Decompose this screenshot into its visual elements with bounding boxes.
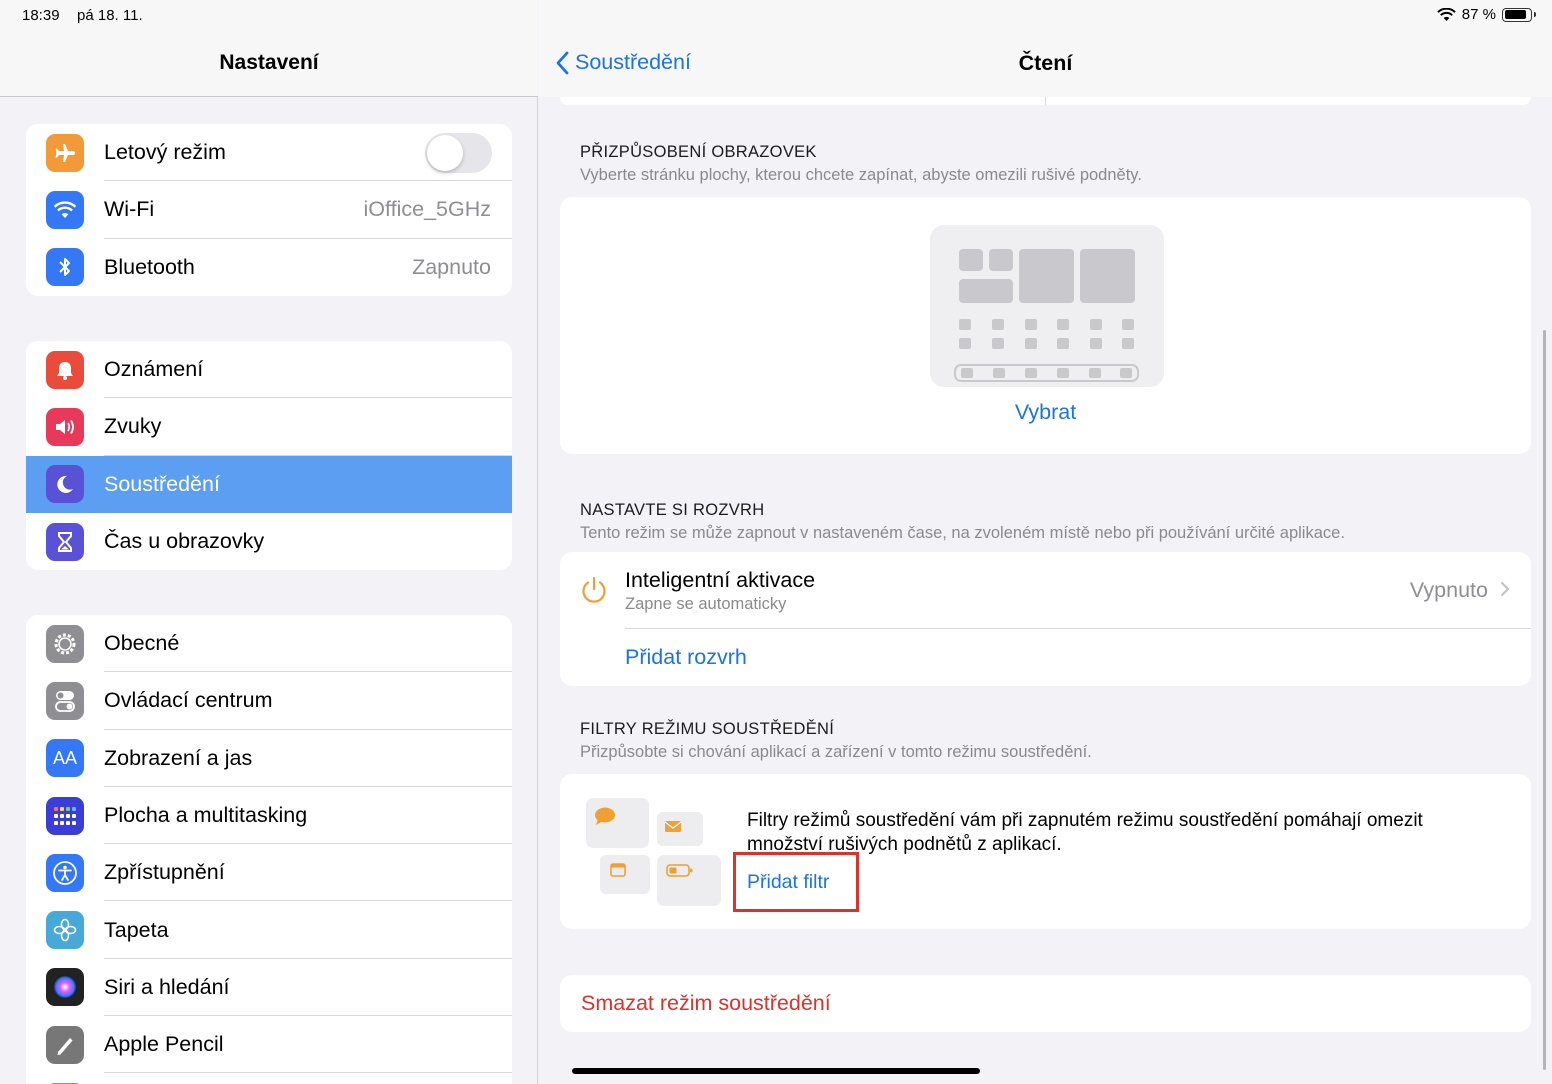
filters-description: Filtry režimů soustředění vám při zapnut…: [747, 810, 1423, 855]
sidebar-item-label: Plocha a multitasking: [104, 803, 308, 828]
status-time: 18:39: [22, 7, 60, 24]
add-filter-button[interactable]: Přidat filtr: [747, 871, 829, 894]
pencil-icon: [46, 1025, 84, 1064]
bluetooth-status-value: Zapnuto: [412, 254, 491, 279]
moon-icon: [46, 465, 84, 504]
accessibility-icon: [46, 853, 84, 892]
sidebar-item-focus[interactable]: Soustředění: [26, 455, 512, 513]
screens-section-subtitle: Vyberte stránku plochy, kterou chcete za…: [580, 166, 1142, 184]
sidebar-item-airplane[interactable]: Letový režim: [26, 124, 512, 182]
settings-group-focus: Oznámení Zvuky Soustředění Čas u obrazov…: [26, 341, 512, 571]
siri-icon: [46, 968, 84, 1007]
status-date: pá 18. 11.: [77, 7, 143, 24]
status-bar: 18:39 pá 18. 11. 87 %: [0, 0, 1552, 32]
smart-activation-label: Inteligentní aktivace: [625, 568, 816, 592]
schedule-section-subtitle: Tento režim se může zapnout v nastaveném…: [580, 524, 1345, 542]
sidebar-item-home-screen[interactable]: Plocha a multitasking: [26, 787, 512, 845]
smart-activation-value: Vypnuto: [1409, 578, 1488, 602]
sidebar-item-apple-pencil[interactable]: Apple Pencil: [26, 1016, 512, 1074]
sidebar-item-display[interactable]: AA Zobrazení a jas: [26, 730, 512, 787]
sidebar-item-label: Obecné: [104, 631, 180, 656]
sidebar-item-screen-time[interactable]: Čas u obrazovky: [26, 513, 512, 570]
sidebar-item-label: Apple Pencil: [104, 1032, 224, 1057]
sidebar-item-label: Wi-Fi: [104, 197, 155, 222]
previous-card-edge: [560, 97, 1531, 105]
sidebar-item-label: Oznámení: [104, 357, 204, 382]
add-schedule-button[interactable]: Přidat rozvrh: [625, 645, 747, 670]
settings-group-general: Obecné Ovládací centrum AA Zobrazení a j…: [26, 615, 512, 1084]
choose-screen-button[interactable]: Vybrat: [560, 400, 1531, 425]
sidebar-item-siri[interactable]: Siri a hledání: [26, 959, 512, 1017]
sidebar-item-notifications[interactable]: Oznámení: [26, 341, 512, 399]
settings-sidebar: Nastavení Letový režim Wi-Fi iOffice_5GH…: [0, 0, 538, 1084]
airplane-mode-toggle[interactable]: [425, 132, 492, 173]
sidebar-item-control-center[interactable]: Ovládací centrum: [26, 672, 512, 730]
home-indicator[interactable]: [572, 1068, 980, 1074]
screens-section-title: PŘIZPŮSOBENÍ OBRAZOVEK: [580, 143, 817, 161]
schedule-section-title: NASTAVTE SI ROZVRH: [580, 501, 765, 519]
battery-percent: 87 %: [1461, 6, 1496, 23]
battery-icon: [1502, 7, 1536, 22]
gear-icon: [46, 624, 84, 663]
switches-icon: [46, 681, 84, 720]
speaker-icon: [46, 407, 84, 446]
sidebar-item-label: Letový režim: [104, 140, 226, 165]
smart-activation-row[interactable]: Inteligentní aktivace Zapne se automatic…: [560, 552, 1531, 628]
home-screen-preview-icon: [954, 249, 1139, 382]
filters-section-subtitle: Přizpůsobte si chování aplikací a zaříze…: [580, 743, 1092, 761]
filters-section-title: FILTRY REŽIMU SOUSTŘEDĚNÍ: [580, 720, 835, 738]
focus-detail-pane: Soustředění Čtení PŘIZPŮSOBENÍ OBRAZOVEK…: [539, 0, 1552, 1084]
sidebar-item-label: Siri a hledání: [104, 974, 230, 999]
sidebar-item-wifi[interactable]: Wi-Fi iOffice_5GHz: [26, 181, 512, 239]
scrollbar[interactable]: [1543, 330, 1546, 1070]
sidebar-title: Nastavení: [219, 51, 319, 74]
sidebar-item-label: Ovládací centrum: [104, 688, 273, 713]
status-right: 87 %: [1437, 6, 1536, 23]
smart-activation-sublabel: Zapne se automaticky: [625, 595, 787, 613]
settings-group-connectivity: Letový režim Wi-Fi iOffice_5GHz Bluetoot…: [26, 124, 512, 296]
delete-focus-button[interactable]: Smazat režim soustředění: [581, 991, 831, 1016]
schedule-card: Inteligentní aktivace Zapne se automatic…: [560, 552, 1531, 686]
sidebar-item-general[interactable]: Obecné: [26, 615, 512, 673]
sidebar-item-label: Soustředění: [104, 471, 220, 496]
sidebar-item-sounds[interactable]: Zvuky: [26, 398, 512, 456]
sidebar-item-label: Zobrazení a jas: [104, 745, 253, 770]
row-separator: [625, 628, 1531, 629]
filters-illustration-icon: [586, 798, 721, 906]
sidebar-item-label: Čas u obrazovky: [104, 529, 265, 554]
home-screen-preview[interactable]: [930, 225, 1164, 387]
flower-icon: [46, 911, 84, 950]
delete-card: Smazat režim soustředění: [560, 975, 1531, 1032]
filters-card: Filtry režimů soustředění vám při zapnut…: [560, 774, 1531, 929]
sidebar-item-label: Bluetooth: [104, 254, 195, 279]
wifi-status-icon: [1437, 7, 1456, 21]
grid-icon: [46, 796, 84, 835]
sidebar-item-label: Zpřístupnění: [104, 860, 225, 885]
screens-card: Vybrat: [560, 197, 1531, 454]
wifi-network-value: iOffice_5GHz: [363, 197, 491, 222]
bell-icon: [46, 350, 84, 389]
sidebar-item-accessibility[interactable]: Zpřístupnění: [26, 844, 512, 902]
power-icon: [582, 576, 606, 603]
hourglass-icon: [46, 522, 84, 561]
airplane-icon: [46, 133, 84, 172]
bluetooth-icon: [46, 248, 84, 287]
sidebar-item-wallpaper[interactable]: Tapeta: [26, 901, 512, 959]
text-size-icon: AA: [46, 739, 84, 778]
sidebar-item-label: Tapeta: [104, 917, 169, 942]
sidebar-item-label: Zvuky: [104, 414, 162, 439]
sidebar-item-bluetooth[interactable]: Bluetooth Zapnuto: [26, 239, 512, 296]
sidebar-item-partial: [26, 1073, 512, 1084]
page-title: Čtení: [1018, 51, 1073, 75]
wifi-icon: [46, 190, 84, 229]
chevron-right-icon: [1500, 581, 1510, 597]
